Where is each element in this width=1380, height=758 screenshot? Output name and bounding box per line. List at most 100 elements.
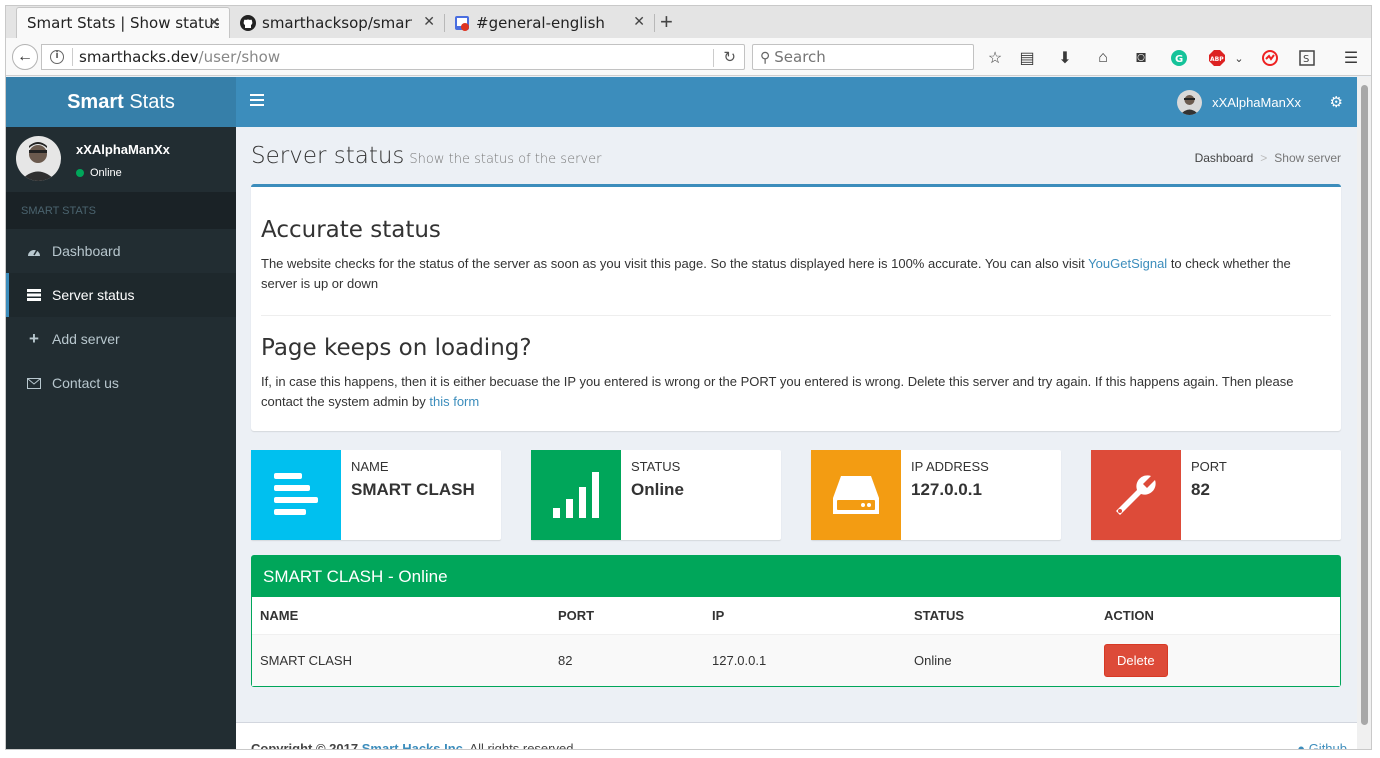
sidebar-item-contact-us[interactable]: Contact us [6, 361, 236, 405]
scrollbar[interactable] [1357, 77, 1371, 749]
yougetsignal-link[interactable]: YouGetSignal [1088, 256, 1167, 271]
delete-button[interactable]: Delete [1104, 643, 1168, 677]
tab-slack[interactable]: #general-english ✕ [444, 7, 654, 38]
server-table: NAME PORT IP STATUS ACTION SMART CLASH 8… [252, 597, 1340, 686]
column-header: NAME [252, 597, 550, 635]
column-header: ACTION [1096, 597, 1340, 635]
sidebar: xXAlphaManXx Online SMART STATS Dashboar… [6, 127, 236, 749]
heading-accurate-status: Accurate status [261, 217, 441, 243]
tab-title: #general-english [476, 13, 605, 32]
close-icon[interactable]: ✕ [208, 15, 220, 31]
sidebar-item-label: Contact us [52, 375, 119, 391]
download-icon[interactable]: ⬇ [1056, 49, 1074, 67]
footer: Copyright © 2017 Smart Hacks Inc. All ri… [236, 722, 1357, 750]
sidebar-item-dashboard[interactable]: Dashboard [6, 229, 236, 273]
sidebar-item-server-status[interactable]: Server status [6, 273, 236, 317]
breadcrumb-dashboard[interactable]: Dashboard [1195, 151, 1254, 165]
new-tab-button[interactable]: + [660, 9, 673, 35]
info-box-port: PORT 82 [1091, 450, 1341, 540]
url-text: smarthacks.dev/user/show [79, 48, 281, 66]
github-icon: ● [1297, 741, 1306, 750]
online-dot-icon [76, 169, 84, 177]
github-link[interactable]: ● Github [1297, 741, 1347, 750]
github-icon [240, 14, 256, 31]
sidebar-toggle-icon[interactable] [250, 94, 264, 106]
menu-icon[interactable]: ☰ [1342, 49, 1360, 67]
sidebar-item-label: Server status [52, 287, 135, 303]
info-label: IP ADDRESS [911, 459, 989, 474]
pocket-icon[interactable]: ◙ [1132, 49, 1150, 67]
gears-icon[interactable]: ⚙ [1330, 93, 1343, 111]
extension-icon[interactable] [1261, 49, 1279, 67]
page-title: Server status Show the status of the serv… [251, 143, 602, 169]
adblock-icon[interactable]: ABP [1208, 49, 1226, 67]
column-header: STATUS [906, 597, 1096, 635]
info-label: NAME [351, 459, 389, 474]
heading-page-loading: Page keeps on loading? [261, 335, 532, 361]
column-header: IP [704, 597, 906, 635]
tab-smart-stats[interactable]: Smart Stats | Show status ✕ [16, 7, 230, 38]
server-icon [26, 289, 42, 301]
bookmark-star-icon[interactable]: ☆ [986, 49, 1004, 67]
info-value: 82 [1191, 480, 1210, 499]
info-value: SMART CLASH [351, 480, 475, 499]
info-panel: Accurate status The website checks for t… [251, 184, 1341, 431]
reload-icon[interactable]: ↻ [723, 48, 736, 66]
grammarly-icon[interactable]: G [1170, 49, 1188, 67]
search-input[interactable] [774, 48, 955, 66]
wrench-icon [1091, 450, 1181, 540]
info-box-name: NAME SMART CLASH [251, 450, 501, 540]
column-header: PORT [550, 597, 704, 635]
cell-status: Online [906, 634, 1096, 686]
top-navbar: xXAlphaManXx ⚙ [236, 77, 1357, 127]
dashboard-icon [26, 245, 42, 257]
scrollbar-thumb[interactable] [1361, 85, 1368, 725]
tab-github[interactable]: smarthacksop/smartst ✕ [230, 7, 444, 38]
sidebar-item-label: Dashboard [52, 243, 121, 259]
hdd-icon [811, 450, 901, 540]
align-left-icon [251, 450, 341, 540]
cell-port: 82 [550, 634, 704, 686]
cell-ip: 127.0.0.1 [704, 634, 906, 686]
svg-text:G: G [1175, 54, 1183, 65]
info-value: Online [631, 480, 684, 499]
chevron-down-icon[interactable]: ⌄ [1230, 49, 1248, 67]
table-header-row: NAME PORT IP STATUS ACTION [252, 597, 1340, 635]
screenshot-icon[interactable]: S [1298, 49, 1316, 67]
cell-name: SMART CLASH [252, 634, 550, 686]
back-button[interactable]: ← [12, 44, 38, 70]
chat-icon [455, 15, 469, 31]
svg-text:S: S [1303, 54, 1309, 65]
navbar-username: xXAlphaManXx [1212, 95, 1301, 110]
close-icon[interactable]: ✕ [633, 14, 645, 30]
tab-title: Smart Stats | Show status [27, 14, 219, 32]
sidebar-item-add-server[interactable]: + Add server [6, 317, 236, 361]
user-menu[interactable]: xXAlphaManXx [1177, 90, 1301, 115]
tab-bar: Smart Stats | Show status ✕ smarthacksop… [6, 6, 1371, 38]
url-bar[interactable]: i smarthacks.dev/user/show ↻ [41, 44, 745, 70]
navigation-bar: ← i smarthacks.dev/user/show ↻ ⚲ ☆ ▤ ⬇ ⌂… [6, 38, 1371, 76]
paragraph-accurate-status: The website checks for the status of the… [261, 256, 1291, 291]
contact-form-link[interactable]: this form [429, 394, 479, 409]
sidebar-header: SMART STATS [6, 192, 236, 229]
svg-text:ABP: ABP [1210, 56, 1224, 63]
sidebar-item-label: Add server [52, 331, 120, 347]
breadcrumb-current: Show server [1274, 151, 1341, 165]
main-content: Server status Show the status of the serv… [236, 127, 1357, 750]
home-icon[interactable]: ⌂ [1094, 49, 1112, 67]
server-table-title: SMART CLASH - Online [252, 556, 1340, 597]
search-bar[interactable]: ⚲ [752, 44, 974, 70]
table-row: SMART CLASH 82 127.0.0.1 Online Delete [252, 634, 1340, 686]
company-link[interactable]: Smart Hacks Inc. [362, 741, 467, 749]
logo[interactable]: Smart Stats [6, 77, 236, 127]
reading-list-icon[interactable]: ▤ [1018, 49, 1036, 67]
envelope-icon [26, 377, 42, 389]
paragraph-page-loading: If, in case this happens, then it is eit… [261, 374, 1294, 409]
user-panel: xXAlphaManXx Online [6, 127, 236, 192]
info-icon[interactable]: i [50, 50, 64, 64]
sidebar-username: xXAlphaManXx [76, 142, 170, 157]
info-label: STATUS [631, 459, 681, 474]
close-icon[interactable]: ✕ [423, 14, 435, 30]
cell-action: Delete [1096, 634, 1340, 686]
info-label: PORT [1191, 459, 1227, 474]
